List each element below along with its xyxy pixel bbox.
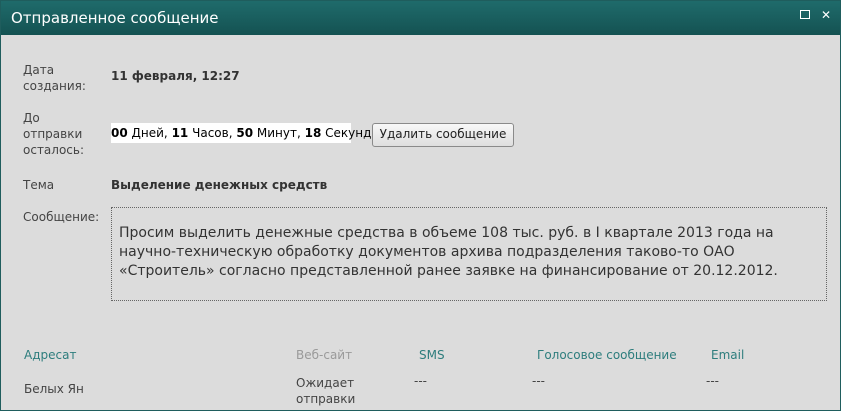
delete-message-button[interactable]: Удалить сообщение: [372, 123, 514, 147]
window-controls: ✕: [800, 9, 832, 21]
subject-value: Выделение денежных средств: [111, 178, 328, 192]
countdown-seconds-label: Секунд: [325, 126, 372, 140]
maximize-icon[interactable]: [800, 10, 810, 19]
voice-status: ---: [532, 374, 545, 388]
column-sms[interactable]: SMS: [419, 348, 445, 362]
created-label: Дата создания:: [23, 63, 86, 93]
subject-label: Тема: [23, 178, 55, 192]
website-status: Ожидает отправки: [296, 376, 356, 406]
titlebar: Отправленное сообщение ✕: [1, 1, 840, 35]
countdown-timer: 00 Дней, 11 Часов, 50 Минут, 18 Секунд: [111, 123, 371, 143]
countdown-days: 00: [111, 126, 128, 140]
countdown-minutes-label: Минут,: [256, 126, 301, 140]
email-status: ---: [706, 374, 719, 388]
recipient-name: Белых Ян: [24, 382, 84, 396]
countdown-hours: 11: [171, 126, 189, 140]
window-title: Отправленное сообщение: [11, 9, 219, 27]
column-recipient[interactable]: Адресат: [24, 348, 76, 362]
countdown-seconds: 18: [304, 126, 322, 140]
message-body: Просим выделить денежные средства в объе…: [111, 207, 827, 301]
column-website: Веб-сайт: [296, 348, 353, 362]
countdown-days-label: Дней,: [131, 126, 168, 140]
created-value: 11 февраля, 12:27: [111, 69, 240, 83]
countdown-minutes: 50: [236, 126, 254, 140]
remaining-label: До отправки осталось:: [23, 111, 85, 157]
sent-message-window: Отправленное сообщение ✕ Дата создания: …: [0, 0, 841, 411]
message-label: Сообщение:: [23, 210, 100, 224]
countdown-hours-label: Часов,: [192, 126, 233, 140]
column-voice[interactable]: Голосовое сообщение: [537, 348, 677, 362]
column-email[interactable]: Email: [711, 348, 744, 362]
content-area: Дата создания: 11 февраля, 12:27 До отпр…: [1, 35, 840, 410]
sms-status: ---: [414, 374, 427, 388]
close-icon[interactable]: ✕: [820, 9, 832, 21]
